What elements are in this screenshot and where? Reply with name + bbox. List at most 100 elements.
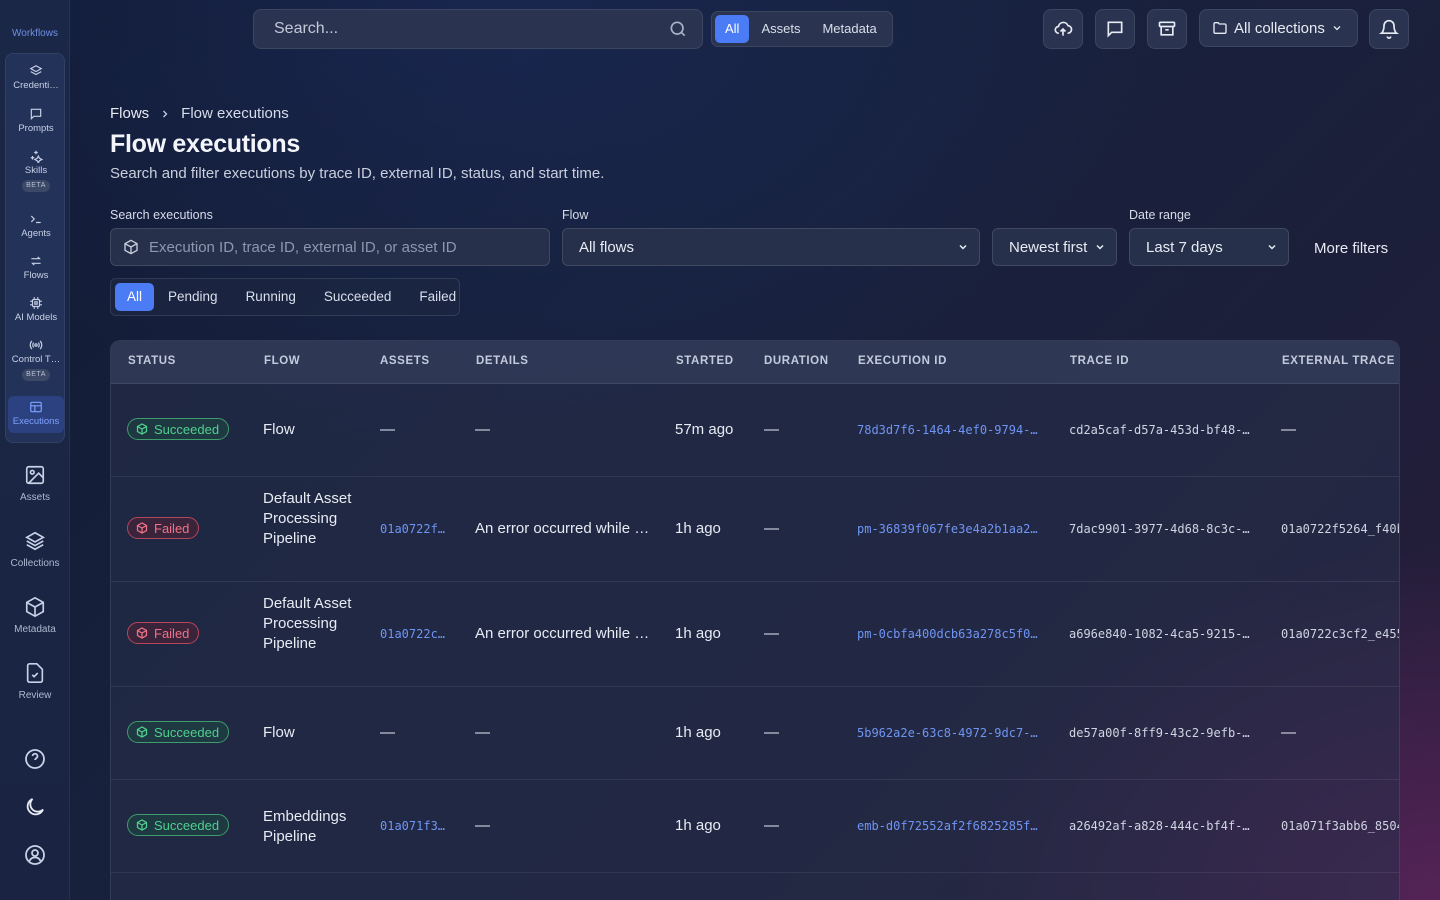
chevron-down-icon [1333,26,1341,31]
notifications-button[interactable] [1369,9,1409,49]
execution-id-link[interactable]: 78d3d7f6-1464-4ef0-9794-… [857,423,1038,437]
scope-tab-metadata[interactable]: Metadata [812,15,886,43]
execution-id-link[interactable]: emb-d0f72552af2f6825285f… [857,819,1038,833]
search-icon[interactable] [668,19,688,39]
column-header-started[interactable]: STARTED [676,355,734,367]
page-subtitle: Search and filter executions by trace ID… [110,165,605,182]
execution-id-link[interactable]: 5b962a2e-63c8-4972-9dc7-… [857,726,1038,740]
external-trace-id-cell: — [1281,724,1296,741]
trace-id-cell: a26492af-a828-444c-bf4f-… [1069,819,1250,833]
column-header-trace-id[interactable]: TRACE ID [1070,355,1129,367]
sidebar-item-metadata[interactable]: Metadata [0,596,70,635]
scope-tab-all[interactable]: All [715,15,750,43]
external-trace-id-cell: 01a0722f5264_f40b [1281,522,1400,536]
collections-dropdown[interactable]: All collections [1199,9,1358,47]
flow-name: Default Asset Processing Pipeline [263,490,352,547]
sidebar-item-assets[interactable]: Assets [0,464,70,503]
column-header-details[interactable]: DETAILS [476,355,529,367]
column-header-duration[interactable]: DURATION [764,355,829,367]
upload-button[interactable] [1043,9,1083,49]
table-header: STATUS FLOW ASSETS DETAILS STARTED DURAT… [111,341,1399,384]
global-search-input[interactable] [274,20,668,38]
duration-cell: — [764,520,779,537]
breadcrumb: Flows Flow executions [110,105,289,122]
column-header-execution-id[interactable]: EXECUTION ID [858,355,947,367]
sidebar-item-skills[interactable]: Skills BETA [8,149,64,192]
flow-name: Flow [263,724,295,741]
broadcast-icon [29,340,43,350]
help-icon[interactable] [23,747,47,771]
table-row[interactable]: Succeeded Flow — — 57m ago — 78d3d7f6-14… [111,384,1399,477]
chevron-down-icon [1268,244,1276,250]
sidebar-heading: Workflows [12,28,58,39]
status-tab-running[interactable]: Running [232,283,310,311]
flow-name: Default Asset Processing Pipeline [263,595,352,652]
execution-id-link[interactable]: pm-36839f067fe3e4a2b1aa2… [857,522,1038,536]
breadcrumb-flows[interactable]: Flows [110,105,149,122]
sidebar-item-collections[interactable]: Collections [0,530,70,569]
sidebar-item-credentials[interactable]: Credenti… [8,64,64,92]
trace-id-cell: cd2a5caf-d57a-453d-bf48-… [1069,423,1250,437]
status-badge: Succeeded [127,814,230,836]
duration-cell: — [764,625,779,642]
started-cell: 57m ago [675,421,734,438]
sidebar: Workflows Credenti… Prompts Skills BETA … [0,0,70,900]
flow-name: Flow [263,421,295,438]
page-title: Flow executions [110,130,300,158]
cube-icon [136,726,148,738]
started-cell: 1h ago [675,520,721,537]
user-circle-icon[interactable] [23,843,47,867]
workflows-group: Credenti… Prompts Skills BETA Agents Flo… [5,53,65,443]
sidebar-item-control-tower[interactable]: Control T… BETA [8,338,64,381]
scope-tab-assets[interactable]: Assets [751,15,810,43]
sidebar-item-agents[interactable]: Agents [8,212,64,240]
column-header-flow[interactable]: FLOW [264,355,300,367]
sort-select[interactable]: Newest first [992,228,1117,266]
status-tab-pending[interactable]: Pending [154,283,232,311]
asset-id-link[interactable]: 01a0722f… [380,522,445,536]
asset-id-link[interactable]: 01a0722c… [380,627,445,641]
trace-id-cell: 7dac9901-3977-4d68-8c3c-… [1069,522,1250,536]
sidebar-item-executions[interactable]: Executions [8,396,64,433]
sidebar-item-ai-models[interactable]: AI Models [8,296,64,324]
details-cell: — [475,421,490,438]
execution-id-link[interactable]: pm-0cbfa400dcb63a278c5f0… [857,627,1038,641]
sidebar-item-prompts[interactable]: Prompts [8,107,64,135]
image-icon [25,465,45,485]
sidebar-item-review[interactable]: Review [0,662,70,701]
asset-id-link[interactable]: 01a071f3… [380,819,445,833]
sparkles-icon [30,150,43,163]
table-row[interactable]: Failed Default Asset Processing Pipeline… [111,477,1400,582]
duration-cell: — [764,421,779,438]
status-badge: Succeeded [127,418,230,440]
archive-button[interactable] [1147,9,1187,49]
executions-table: STATUS FLOW ASSETS DETAILS STARTED DURAT… [110,340,1400,900]
layers-icon [29,65,43,76]
status-badge: Failed [127,517,200,539]
column-header-assets[interactable]: ASSETS [380,355,430,367]
search-executions-input[interactable] [149,238,549,256]
trace-id-cell: a696e840-1082-4ca5-9215-… [1069,627,1250,641]
archive-icon [1158,21,1176,36]
status-tab-succeeded[interactable]: Succeeded [310,283,406,311]
more-filters-button[interactable]: More filters [1314,240,1388,257]
sidebar-item-flows[interactable]: Flows [8,254,64,282]
table-row[interactable]: Succeeded Embeddings Pipeline 01a071f3… … [111,780,1399,873]
external-trace-id-cell: — [1281,421,1296,438]
date-range-select[interactable]: Last 7 days [1129,228,1289,266]
cube-icon [136,423,148,435]
column-header-external-trace-id[interactable]: EXTERNAL TRACE ID [1282,355,1399,367]
chat-button[interactable] [1095,9,1135,49]
status-tab-failed[interactable]: Failed [405,283,470,311]
cloud-upload-icon [1054,21,1073,36]
cube-icon [136,522,148,534]
flow-filter-label: Flow [562,208,589,222]
moon-icon[interactable] [23,795,47,819]
table-row[interactable]: Failed Default Asset Processing Pipeline… [111,582,1399,687]
breadcrumb-current: Flow executions [181,105,289,122]
status-tab-all[interactable]: All [115,283,155,311]
flow-select[interactable]: All flows [562,228,980,266]
column-header-status[interactable]: STATUS [128,355,176,367]
table-row[interactable]: Succeeded Flow — — 1h ago — 5b962a2e-63c… [111,687,1399,780]
collections-label: All collections [1234,19,1325,37]
